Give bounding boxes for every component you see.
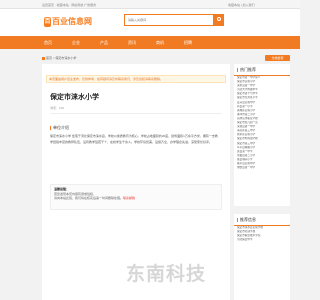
nav-item-home[interactable]: 首页 <box>44 36 52 49</box>
sidebar-link[interactable]: 河北保定中学 <box>234 238 290 242</box>
accent-bar <box>237 67 238 72</box>
section-title: 单位介绍 <box>53 125 69 130</box>
view-count: 浏览：106 <box>50 106 65 110</box>
nav-item-products[interactable]: 产品 <box>100 36 108 49</box>
divider <box>50 113 222 114</box>
accent-bar <box>50 125 51 130</box>
hot-panel-title: 热门推荐 <box>240 67 256 72</box>
recommend-panel-header: 推荐信息 <box>234 214 290 226</box>
notice-bar: 本页面由用户自主发布，仅供参考，如有疑问请及时联系我们，涉及侵权请联系删除。 <box>46 75 226 83</box>
page-title: 保定市涞水小学 <box>50 94 99 101</box>
logo-mark: 百 <box>44 16 51 27</box>
breadcrumb: 首页 > 保定市涞水小学 <box>42 56 76 60</box>
home-icon <box>42 56 45 60</box>
recommend-panel-title: 推荐信息 <box>240 217 256 222</box>
hot-panel-header: 热门推荐 <box>234 64 290 76</box>
hot-list: 保定市第一中学简介 保定市实验小学 涞水县第一中学 河北大学附属中学 保定市第十七中学保… <box>234 76 290 170</box>
search-button[interactable] <box>214 14 224 26</box>
sidebar-link[interactable]: 博野县第一中学 <box>234 166 290 170</box>
reminder-box: 温馨提醒： 若您发现本页内容有误或侵权， 请向本站反馈，我们将在核实后第一时间删… <box>50 184 222 210</box>
breadcrumb-text[interactable]: 首页 > 保定市涞水小学 <box>46 56 76 60</box>
nav-item-jobs[interactable]: 招聘 <box>184 36 192 49</box>
recommend-list: 保定市涞水县实验学校 保定市培训学校 保定市职业技术学院 河北保定中学 <box>234 226 290 242</box>
nav-item-news[interactable]: 资讯 <box>128 36 136 49</box>
top-links-left[interactable]: 设置首页 · 收藏本站 · 网站导航 广告服务 <box>42 3 96 7</box>
search-icon <box>217 17 221 21</box>
top-links-right[interactable]: 收藏本站 | 加入我们 <box>228 3 254 7</box>
site-logo[interactable]: 百 百业信息网 <box>44 15 92 28</box>
category-badge[interactable]: 分类检索 <box>265 55 290 61</box>
main-nav: 首页 企业 产品 资讯 商机 招聘 <box>0 36 300 49</box>
article-body: 保定市涞水小学 坐落于河北保定市涞水县，学校以素质教育为核心，学校占地面积约20… <box>50 134 218 144</box>
reminder-line-2: 请向本站反馈，我们将在核实后第一时间删除处理。 <box>54 196 124 200</box>
nav-item-company[interactable]: 企业 <box>72 36 80 49</box>
nav-item-business[interactable]: 商机 <box>156 36 164 49</box>
logo-text: 百业信息网 <box>52 17 92 26</box>
hot-panel: 热门推荐 保定市第一中学简介 保定市实验小学 涞水县第一中学 河北大学附属中学 保定市第… <box>234 64 290 206</box>
top-bar: 设置首页 · 收藏本站 · 网站导航 广告服务 收藏本站 | 加入我们 <box>0 0 300 9</box>
search-input[interactable] <box>124 14 214 26</box>
section-heading: 单位介绍 <box>50 125 69 131</box>
recommend-panel: 推荐信息 保定市涞水县实验学校 保定市培训学校 保定市职业技术学院 河北保定中学 <box>234 214 290 300</box>
watermark-text: 东南科技 <box>126 264 207 285</box>
accent-bar <box>237 217 238 222</box>
reminder-contact-link[interactable]: 联系邮箱 <box>123 196 135 200</box>
